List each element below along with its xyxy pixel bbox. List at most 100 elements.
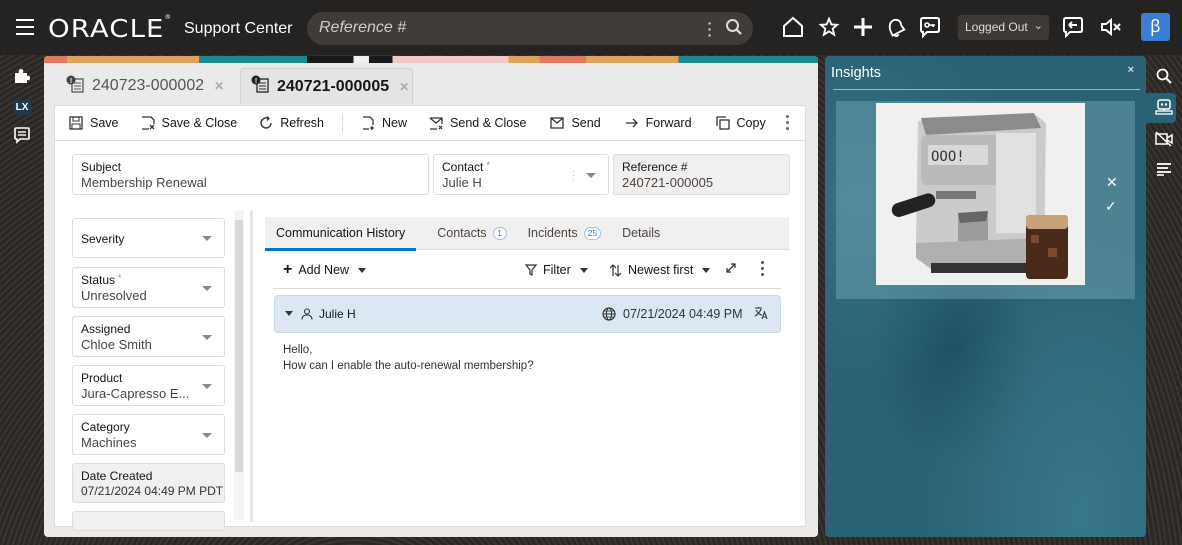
send-close-button[interactable]: Send & Close [429,111,526,135]
close-tab-icon[interactable]: ✕ [214,79,224,93]
status-select[interactable]: Status * Unresolved [72,267,225,308]
required-marker: * [486,160,490,170]
plus-icon[interactable] [850,14,876,40]
date-created-value: 07/21/2024 04:49 PM PDT [81,484,224,498]
tab-label: 240721-000005 [277,77,390,95]
send-label: Send [571,116,601,130]
translate-icon[interactable] [754,306,768,325]
save-button[interactable]: Save [69,111,119,135]
search-box: ··· [307,12,753,45]
bell-icon[interactable] [883,14,909,40]
category-select[interactable]: Category Machines [72,414,225,455]
copy-button[interactable]: Copy [715,111,766,135]
forward-arrow-icon [625,118,638,128]
contact-value: Julie H [442,175,482,190]
tab-contacts[interactable]: Contacts 1 [437,217,507,250]
panel-splitter[interactable] [250,210,253,522]
mute-icon[interactable] [1098,14,1124,40]
save-close-button[interactable]: Save & Close [141,111,237,135]
chevron-down-icon [202,432,212,438]
home-icon[interactable] [780,14,806,40]
close-tab-icon[interactable]: ✕ [399,80,409,94]
filter-button[interactable]: Filter [525,263,588,277]
decorative-banner [44,56,818,63]
status-value: Logged Out [965,20,1028,34]
chevron-down-icon [358,267,367,273]
chevron-down-icon: ⌄ [1033,20,1043,32]
timestamp-text: 07/21/2024 04:49 PM [623,307,743,321]
tab-incidents[interactable]: Incidents 25 [528,217,602,250]
thread-more-icon[interactable] [761,261,764,276]
right-rail [1146,56,1182,537]
tab-details[interactable]: Details [622,217,660,250]
product-select[interactable]: Product Jura-Capresso E... [72,365,225,406]
close-insights-icon[interactable]: × [1128,64,1134,76]
chevron-down-icon [202,285,212,291]
fields-scrollbar[interactable] [234,211,244,520]
refresh-button[interactable]: Refresh [259,111,324,135]
date-created-label: Date Created [81,469,153,483]
assigned-select[interactable]: Assigned Chloe Smith [72,316,225,357]
expand-icon[interactable] [725,262,737,274]
scrollbar-thumb[interactable] [235,220,243,472]
reference-field: Reference # 240721-000005 [613,154,790,195]
new-button[interactable]: New [362,111,407,135]
search-icon[interactable] [1152,64,1176,88]
oracle-logo: ORACLE® [48,14,173,43]
thread-actions: + Add New Filter Newest first [273,253,781,289]
sort-icon [609,263,622,277]
chevron-down-icon [202,334,212,340]
agent-icon[interactable] [1152,95,1176,119]
collapse-toggle-icon[interactable] [285,311,293,316]
chevron-down-icon [579,267,588,273]
tab-communication-history[interactable]: Communication History [265,217,417,251]
list-icon[interactable] [1152,157,1176,181]
star-icon[interactable] [816,14,842,40]
key-chat-icon[interactable] [917,14,943,40]
contact-options-icon[interactable]: · · · [572,167,575,184]
chat-back-icon[interactable] [1060,14,1086,40]
left-rail: LX [0,55,42,545]
author-name: Julie H [319,307,356,321]
add-new-button[interactable]: + Add New [283,262,367,278]
forward-button[interactable]: Forward [625,111,692,135]
reference-value: 240721-000005 [622,175,714,190]
subject-field[interactable]: Subject Membership Renewal [72,154,429,195]
sort-button[interactable]: Newest first [609,263,711,277]
accept-insight-icon[interactable]: ✓ [1105,198,1117,215]
brand-text: ORACLE [48,14,165,43]
search-options-icon[interactable]: · · · [707,16,713,42]
contact-field[interactable]: Contact * Julie H · · · [433,154,609,195]
detail-tabs: Communication History Contacts 1 Incident… [265,217,789,251]
tab-incident-240721-000005[interactable]: ! 240721-000005 ✕ [240,68,413,104]
svg-text:!: ! [255,78,257,85]
more-actions-icon[interactable] [785,115,791,133]
chevron-down-icon [202,383,212,389]
send-button[interactable]: Send [550,111,601,135]
contact-dropdown-icon[interactable] [586,172,596,178]
message-timestamp: 07/21/2024 04:49 PM [602,307,743,321]
chat-icon[interactable] [12,125,32,145]
tab-incident-240723-000002[interactable]: ! 240723-000002 ✕ [56,68,224,104]
filter-icon [525,264,537,276]
insights-panel: Insights × OOO! ✕ ✓ [825,56,1146,537]
date-created-field: Date Created 07/21/2024 04:49 PM PDT [72,463,225,503]
insight-card: OOO! ✕ ✓ [836,101,1135,299]
user-avatar[interactable]: ꞵ [1141,13,1170,41]
reference-search-input[interactable] [319,18,689,38]
insights-title: Insights [831,65,881,81]
severity-select[interactable]: Severity [72,218,225,258]
menu-icon[interactable] [16,19,34,35]
video-off-icon[interactable] [1152,127,1176,151]
message-body: Hello, How can I enable the auto-renewal… [283,342,534,374]
save-close-icon [141,116,155,130]
person-icon [301,308,313,320]
search-icon[interactable] [725,18,743,41]
lx-button[interactable]: LX [12,97,32,117]
status-dropdown[interactable]: Logged Out ⌄ [958,15,1049,40]
puzzle-icon[interactable] [12,66,32,86]
chevron-down-icon [702,267,711,273]
send-close-icon [429,116,443,130]
message-line: How can I enable the auto-renewal member… [283,360,534,372]
reject-insight-icon[interactable]: ✕ [1106,174,1118,191]
